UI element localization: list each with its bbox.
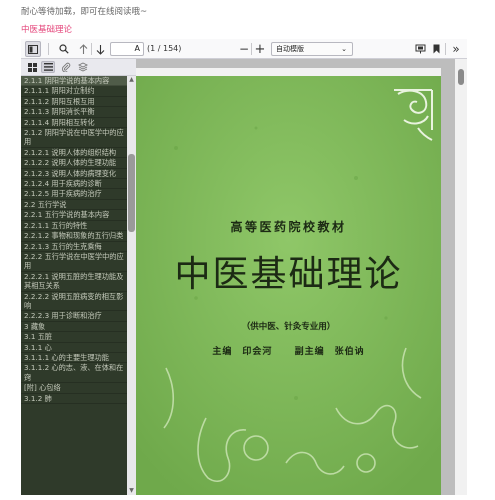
sidebar-tabs [21, 59, 136, 76]
outline-sidebar: 2.1.1 阴阳学说的基本内容 2.1.1.1 阴阳对立制约 2.1.1.2 阴阳互… [21, 59, 136, 495]
outline-item[interactable]: 3.1 五脏 [21, 332, 127, 343]
pdf-toolbar: A (1 / 154) − + 自动模版 ⌄ » [21, 39, 467, 59]
previous-page-button[interactable] [76, 41, 90, 57]
outline-item[interactable]: 2.2.2.1 说明五脏的生理功能及其相互关系 [21, 272, 127, 292]
arrow-down-icon [96, 44, 104, 55]
outline-item[interactable]: 2.2 五行学说 [21, 200, 127, 211]
outline-item[interactable]: 2.2.1 五行学说的基本内容 [21, 210, 127, 221]
outline-item[interactable]: [附] 心包络 [21, 383, 127, 394]
book-title-link[interactable]: 中医基础理论 [21, 23, 72, 35]
outline-scroll-thumb[interactable] [128, 154, 135, 232]
tools-menu-button[interactable]: » [449, 41, 463, 57]
outline-item[interactable]: 2.1.2.3 说明人体的病理变化 [21, 169, 127, 180]
layers-tab[interactable] [76, 61, 90, 73]
paperclip-icon [61, 62, 71, 72]
cover-subtitle: （供中医、针灸专业用） [241, 322, 336, 332]
document-scroll-thumb[interactable] [458, 69, 464, 85]
cover-deputy-editor: 副主编 张伯讷 [294, 347, 365, 357]
outline-item[interactable]: 3.1.1.1 心的主要生理功能 [21, 353, 127, 364]
outline-item[interactable]: 2.1.1.4 阴阳相互转化 [21, 118, 127, 129]
outline-item[interactable]: 2.2.2.3 用于诊断和治疗 [21, 311, 127, 322]
sidebar-toggle-button[interactable] [25, 41, 41, 57]
loading-notice: 耐心等待加载，即可在线阅读哦~ [21, 7, 148, 17]
next-page-button[interactable] [93, 41, 107, 57]
thumbnails-icon [27, 62, 37, 72]
cover-editor: 主编 印会河 [212, 347, 273, 357]
document-scrollbar[interactable] [455, 59, 467, 495]
zoom-select-value: 自动模版 [276, 45, 304, 53]
arrow-up-icon [79, 43, 87, 54]
outline-list-icon [43, 63, 53, 71]
page-count: (1 / 154) [147, 44, 182, 53]
chevron-down-icon: ⌄ [341, 45, 347, 53]
outline-item[interactable]: 2.2.2.2 说明五脏病变的相互影响 [21, 292, 127, 312]
outline-item[interactable]: 2.1.2.5 用于疾病的治疗 [21, 189, 127, 200]
cover-title: 中医基础理论 [174, 254, 403, 295]
presentation-mode-button[interactable] [413, 41, 427, 57]
outline-item[interactable]: 2.1.2.4 用于疾病的诊断 [21, 179, 127, 190]
outline-item[interactable]: 2.1.2.1 说明人体的组织结构 [21, 148, 127, 159]
outline-item[interactable]: 2.1.1.2 阴阳互根互用 [21, 97, 127, 108]
zoom-out-button[interactable]: − [238, 41, 250, 57]
bookmark-button[interactable] [430, 41, 442, 57]
search-icon [59, 44, 69, 54]
find-button[interactable] [57, 41, 71, 57]
outline-list: 2.1.1 阴阳学说的基本内容 2.1.1.1 阴阳对立制约 2.1.1.2 阴阳互… [21, 76, 127, 404]
outline-item[interactable]: 3 藏象 [21, 322, 127, 333]
outline-item[interactable]: 2.1.1 阴阳学说的基本内容 [21, 76, 127, 87]
page-number-input[interactable]: A [110, 42, 144, 56]
presentation-icon [415, 44, 425, 54]
outline-item[interactable]: 2.2.1.2 事物和现象的五行归类 [21, 231, 127, 242]
outline-scrollbar[interactable]: ▲ ▼ [127, 76, 136, 495]
outline-item[interactable]: 2.1.2.2 说明人体的生理功能 [21, 158, 127, 169]
scroll-up-icon[interactable]: ▲ [128, 76, 135, 84]
outline-item[interactable]: 2.1.1.3 阴阳消长平衡 [21, 107, 127, 118]
layers-icon [78, 62, 88, 72]
zoom-select[interactable]: 自动模版 ⌄ [271, 42, 353, 56]
cover-series: 高等医药院校教材 [230, 220, 347, 234]
outline-item[interactable]: 2.2.1.3 五行的生克乘侮 [21, 242, 127, 252]
zoom-in-button[interactable]: + [254, 41, 266, 57]
outline-item[interactable]: 2.1.1.1 阴阳对立制约 [21, 86, 127, 97]
attachments-tab[interactable] [59, 61, 73, 73]
outline-item[interactable]: 3.1.1 心 [21, 343, 127, 353]
outline-item[interactable]: 2.2.2 五行学说在中医学中的应用 [21, 252, 127, 272]
cover-editors: 主编 印会河 副主编 张伯讷 [136, 344, 441, 357]
outline-item[interactable]: 3.1.2 肺 [21, 394, 127, 404]
sidebar-icon [28, 44, 38, 54]
outline-item[interactable]: 3.1.1.2 心的志、液、在体和在窍 [21, 363, 127, 384]
pdf-page-cover: 高等医药院校教材 中医基础理论 （供中医、针灸专业用） 主编 印会河 副主编 张… [136, 68, 441, 495]
outline-item[interactable]: 2.2.1.1 五行的特性 [21, 221, 127, 232]
outline-tab[interactable] [41, 61, 55, 73]
thumbnails-tab[interactable] [25, 61, 39, 73]
scroll-down-icon[interactable]: ▼ [128, 487, 135, 495]
bookmark-icon [433, 44, 439, 54]
outline-item[interactable]: 2.1.2 阴阳学说在中医学中的应用 [21, 128, 127, 148]
pdf-viewer: A (1 / 154) − + 自动模版 ⌄ » 2.1.1 阴阳学说的基本内容… [21, 39, 467, 495]
